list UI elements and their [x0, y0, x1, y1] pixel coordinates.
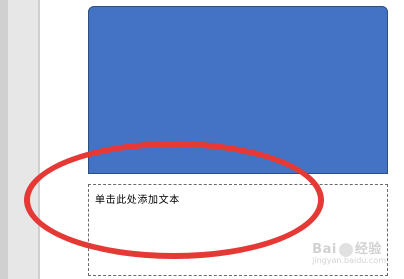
watermark: Bai 经验 jingyan.baidu.com [312, 238, 386, 265]
blue-rectangle-shape[interactable] [88, 6, 388, 174]
watermark-text: Bai [312, 242, 337, 257]
placeholder-text: 单击此处添加文本 [95, 195, 180, 206]
slide-left-edge [38, 0, 40, 279]
slide-editor: 单击此处添加文本 Bai 经验 jingyan.baidu.com [0, 0, 404, 279]
watermark-text-2: 经验 [354, 242, 382, 257]
paw-icon [338, 242, 353, 257]
watermark-url: jingyan.baidu.com [312, 256, 386, 265]
left-gutter [0, 0, 8, 279]
